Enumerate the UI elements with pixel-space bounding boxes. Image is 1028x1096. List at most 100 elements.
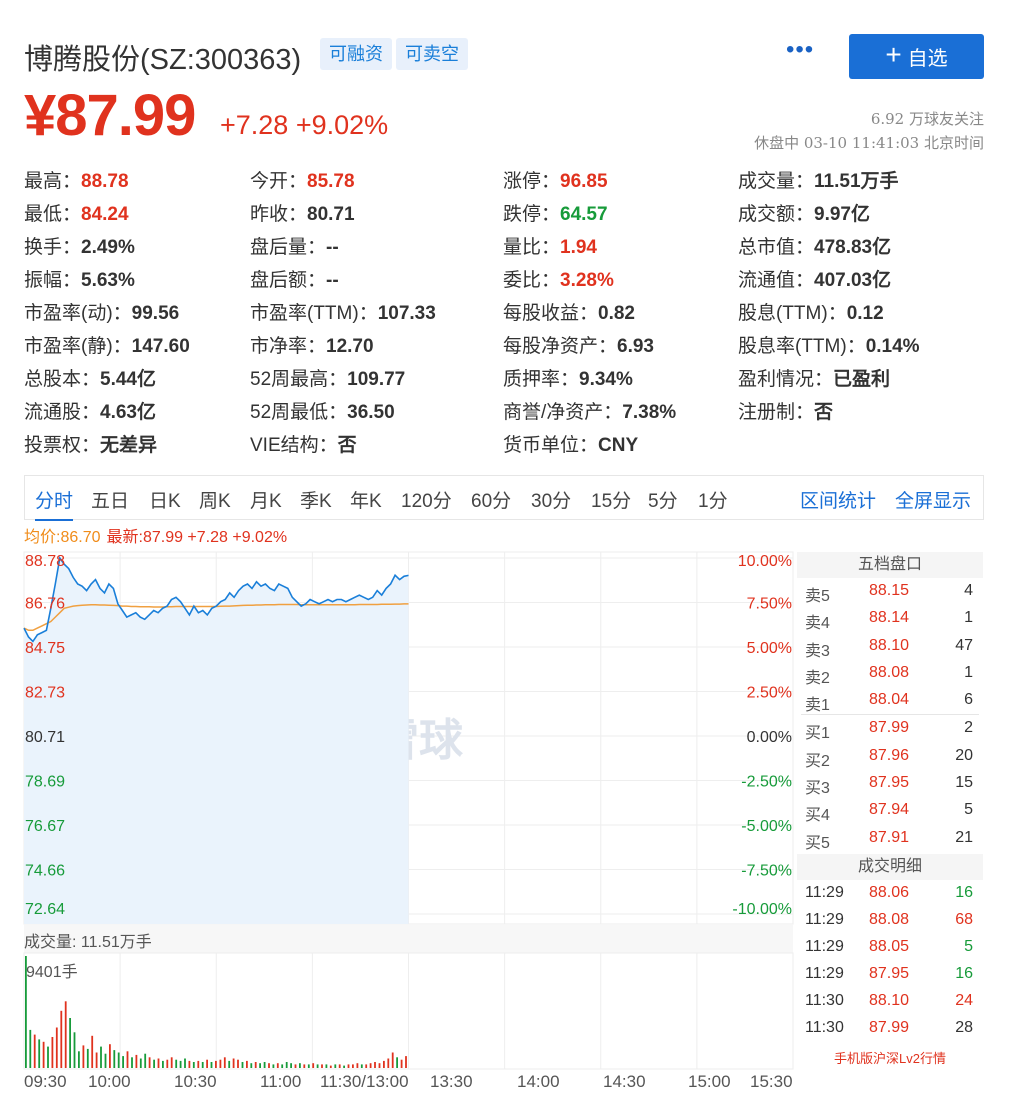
quote-item: 跌停：64.57 bbox=[503, 199, 608, 226]
change-amount: +7.28 bbox=[220, 110, 289, 140]
volume-bar bbox=[166, 1059, 169, 1068]
fullscreen-link[interactable]: 全屏显示 bbox=[895, 486, 971, 513]
volume-bar bbox=[405, 1056, 407, 1068]
deal-pr: 88.10 bbox=[869, 991, 910, 1009]
plus-icon: + bbox=[885, 39, 902, 70]
volume-bar bbox=[228, 1060, 231, 1068]
y-tick-left: 88.78 bbox=[25, 553, 65, 570]
quote-row: 最低：84.24 昨收：80.71 跌停：64.57 成交额：9.97亿 bbox=[24, 199, 984, 232]
deal-vol: 5 bbox=[964, 937, 973, 955]
bid-row: 买3 87.95 15 bbox=[797, 770, 983, 797]
range-stats-link[interactable]: 区间统计 bbox=[800, 486, 876, 513]
bid-row: 买5 87.91 21 bbox=[797, 825, 983, 852]
volume-bar bbox=[316, 1064, 319, 1068]
quote-key: 每股净资产： bbox=[503, 336, 618, 357]
quote-value: 107.33 bbox=[377, 303, 436, 324]
quote-value: 无差异 bbox=[100, 435, 158, 456]
quote-key: 成交额： bbox=[738, 204, 815, 225]
tab-7[interactable]: 120分 bbox=[401, 486, 452, 513]
volume-bar bbox=[356, 1063, 359, 1068]
tab-12[interactable]: 1分 bbox=[698, 486, 728, 513]
quote-value: 5.44亿 bbox=[100, 369, 156, 390]
quote-row: 最高：88.78 今开：85.78 涨停：96.85 成交量：11.51万手 bbox=[24, 166, 984, 199]
quote-row: 振幅：5.63% 盘后额：-- 委比：3.28% 流通值：407.03亿 bbox=[24, 265, 984, 298]
lv2-link[interactable]: 手机版沪深Lv2行情 bbox=[797, 1048, 983, 1067]
quote-item: 市盈率(静)：147.60 bbox=[24, 331, 190, 358]
quote-item: 盘后额：-- bbox=[250, 265, 339, 292]
quote-value: 6.93 bbox=[617, 336, 654, 357]
volume-bar bbox=[285, 1062, 288, 1068]
quote-item: 每股收益：0.82 bbox=[503, 298, 635, 325]
volume-bar bbox=[91, 1035, 94, 1068]
book-pr: 87.96 bbox=[869, 746, 910, 764]
quote-item: 市净率：12.70 bbox=[250, 331, 374, 358]
x-tick-label: 11:00 bbox=[260, 1072, 302, 1091]
volume-bar bbox=[206, 1059, 208, 1068]
volume-bar bbox=[329, 1065, 332, 1068]
y-tick-right: -10.00% bbox=[732, 901, 792, 918]
add-watchlist-label: 自选 bbox=[907, 48, 948, 70]
more-icon[interactable]: ••• bbox=[786, 36, 814, 64]
y-tick-right: 10.00% bbox=[738, 553, 792, 570]
ask-row: 卖1 88.04 6 bbox=[797, 687, 983, 714]
volume-bar bbox=[135, 1054, 138, 1068]
tab-0[interactable]: 分时 bbox=[35, 486, 74, 521]
volume-bar bbox=[246, 1060, 248, 1068]
add-watchlist-button[interactable]: + 自选 bbox=[849, 34, 984, 79]
quote-item: 市盈率(TTM)：107.33 bbox=[250, 298, 436, 325]
x-tick-label: 14:30 bbox=[603, 1072, 646, 1091]
book-vol: 4 bbox=[964, 582, 973, 599]
quote-item: 涨停：96.85 bbox=[503, 166, 608, 193]
tab-10[interactable]: 15分 bbox=[591, 486, 631, 513]
volume-bar bbox=[215, 1060, 217, 1068]
quote-value: 64.57 bbox=[560, 204, 608, 225]
tab-6[interactable]: 年K bbox=[350, 486, 382, 513]
book-pr: 87.95 bbox=[869, 774, 910, 792]
volume-bar bbox=[250, 1063, 253, 1068]
quote-key: 投票权： bbox=[24, 435, 101, 456]
tab-1[interactable]: 五日 bbox=[91, 486, 129, 513]
volume-bar bbox=[237, 1059, 239, 1068]
volume-bar bbox=[109, 1044, 111, 1068]
tab-4[interactable]: 月K bbox=[250, 486, 282, 513]
volume-bar bbox=[294, 1064, 297, 1068]
short-tag[interactable]: 可卖空 bbox=[396, 38, 468, 70]
deal-row: 11:29 88.08 68 bbox=[797, 907, 983, 934]
current-price: ¥87.99 bbox=[24, 83, 196, 148]
book-vol: 15 bbox=[955, 774, 973, 792]
tab-2[interactable]: 日K bbox=[149, 486, 181, 513]
volume-bar bbox=[232, 1058, 235, 1068]
volume-bar bbox=[325, 1064, 328, 1068]
ask-row: 卖2 88.08 1 bbox=[797, 660, 983, 687]
volume-bar bbox=[391, 1052, 394, 1068]
tab-11[interactable]: 5分 bbox=[648, 486, 678, 513]
deal-row: 11:30 87.99 28 bbox=[797, 1015, 983, 1042]
deal-vol: 16 bbox=[955, 964, 973, 982]
quote-value: 88.78 bbox=[81, 171, 129, 192]
volume-bar bbox=[378, 1063, 381, 1068]
volume-bar bbox=[157, 1058, 160, 1068]
deal-tm: 11:29 bbox=[805, 910, 844, 928]
volume-bar bbox=[299, 1063, 301, 1068]
order-book-title: 五档盘口 bbox=[797, 552, 983, 578]
quote-item: 成交量：11.51万手 bbox=[738, 166, 899, 193]
quote-value: 11.51万手 bbox=[814, 171, 899, 192]
tab-3[interactable]: 周K bbox=[199, 486, 231, 513]
volume-bar bbox=[117, 1052, 120, 1068]
margin-tag[interactable]: 可融资 bbox=[320, 38, 392, 70]
volume-bar bbox=[55, 1027, 58, 1068]
book-vol: 1 bbox=[964, 663, 973, 681]
tab-5[interactable]: 季K bbox=[300, 486, 332, 513]
quote-value: 0.12 bbox=[846, 303, 884, 324]
y-tick-right: -2.50% bbox=[741, 774, 792, 791]
quote-value: 4.63亿 bbox=[100, 402, 156, 423]
quote-key: 流通股： bbox=[24, 402, 101, 423]
quote-item: 流通股：4.63亿 bbox=[24, 397, 156, 424]
volume-bar bbox=[179, 1060, 182, 1068]
quote-value: 85.78 bbox=[307, 171, 355, 192]
volume-bar bbox=[139, 1058, 142, 1068]
tab-9[interactable]: 30分 bbox=[531, 486, 571, 513]
volume-bar bbox=[60, 1010, 63, 1068]
change-percent: +9.02% bbox=[295, 110, 389, 140]
tab-8[interactable]: 60分 bbox=[471, 486, 511, 513]
